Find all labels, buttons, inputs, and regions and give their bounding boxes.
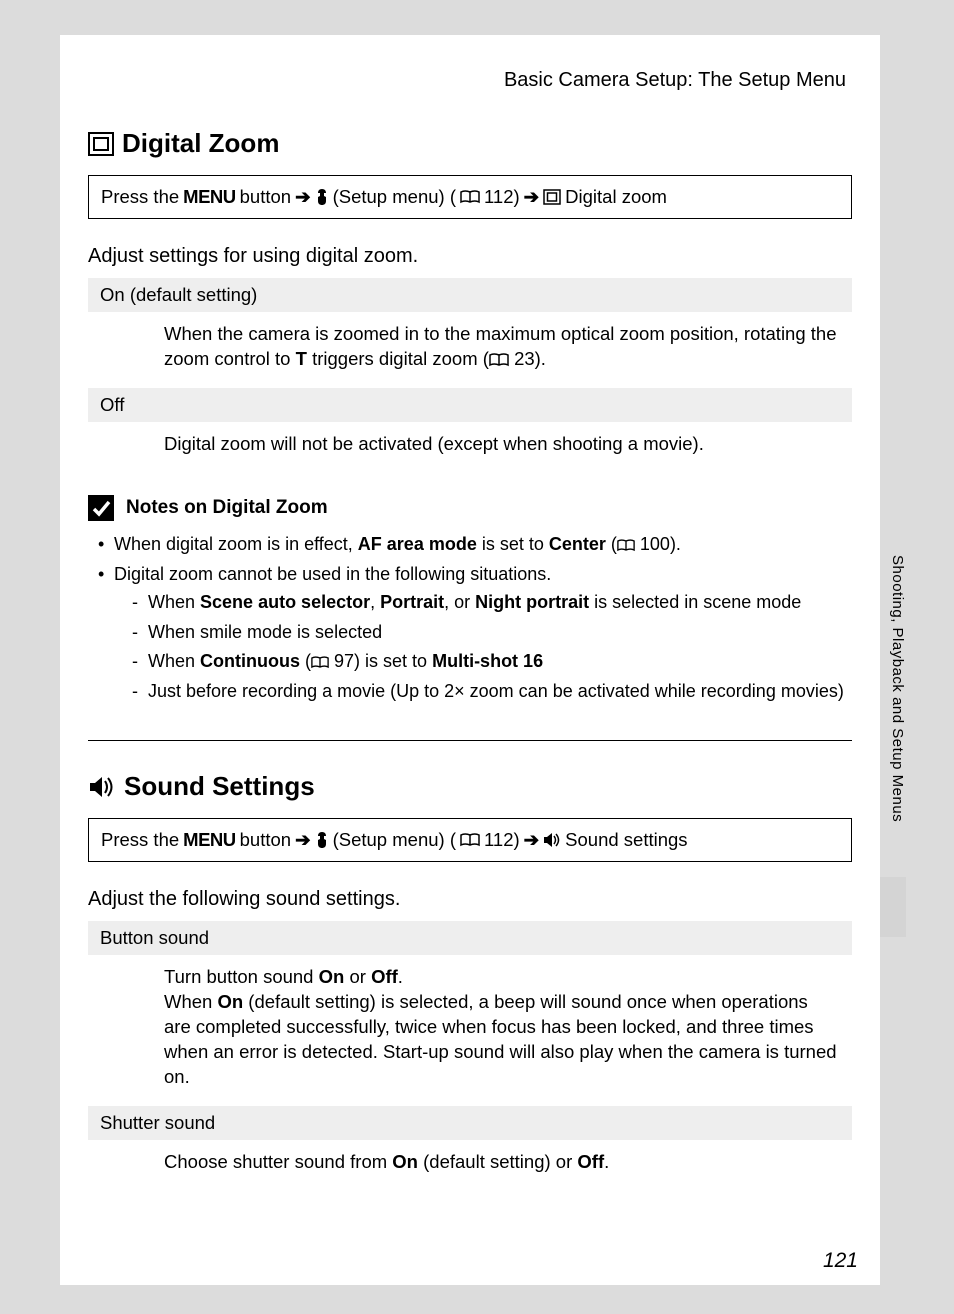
option-button-sound-description: Turn button sound On or Off. When On (de… xyxy=(88,955,852,1104)
sub-item: - When Continuous ( 97) is set to Multi-… xyxy=(132,648,852,676)
sub-list: - When Scene auto selector, Portrait, or… xyxy=(114,589,852,707)
notes-list: When digital zoom is in effect, AF area … xyxy=(88,531,852,706)
navigation-path-sound-settings: Press the MENU button ➔ (Setup menu) ( 1… xyxy=(88,818,852,862)
note-item: Digital zoom cannot be used in the follo… xyxy=(102,561,852,706)
option-on-description: When the camera is zoomed in to the maxi… xyxy=(88,312,852,386)
wrench-icon xyxy=(315,188,329,206)
arrow-icon: ➔ xyxy=(295,829,311,851)
arrow-icon: ➔ xyxy=(524,829,540,851)
page-number: 121 xyxy=(823,1249,858,1273)
book-icon xyxy=(311,656,329,669)
speaker-icon xyxy=(88,774,116,800)
book-icon xyxy=(460,833,480,847)
option-off: Off xyxy=(88,388,852,422)
note-item: When digital zoom is in effect, AF area … xyxy=(102,531,852,559)
option-shutter-sound: Shutter sound xyxy=(88,1106,852,1140)
book-icon xyxy=(489,353,509,367)
thumb-tab xyxy=(880,877,906,937)
menu-button-label: MENU xyxy=(183,829,235,851)
wrench-icon xyxy=(315,831,329,849)
intro-text: Adjust the following sound settings. xyxy=(88,888,852,911)
navigation-path-digital-zoom: Press the MENU button ➔ (Setup menu) ( 1… xyxy=(88,175,852,219)
digital-zoom-icon xyxy=(543,189,561,205)
intro-text: Adjust settings for using digital zoom. xyxy=(88,245,852,268)
option-off-description: Digital zoom will not be activated (exce… xyxy=(88,422,852,471)
menu-button-label: MENU xyxy=(183,186,235,208)
section-title-sound-settings: Sound Settings xyxy=(88,771,852,802)
chapter-header: Basic Camera Setup: The Setup Menu xyxy=(88,69,852,92)
option-button-sound: Button sound xyxy=(88,921,852,955)
speaker-icon xyxy=(543,832,561,848)
notes-header: Notes on Digital Zoom xyxy=(88,495,852,521)
manual-page: Basic Camera Setup: The Setup Menu Digit… xyxy=(60,35,880,1285)
arrow-icon: ➔ xyxy=(524,186,540,208)
option-on: On (default setting) xyxy=(88,278,852,312)
section-title-text: Digital Zoom xyxy=(122,128,279,159)
sidebar-section-label: Shooting, Playback and Setup Menus xyxy=(889,555,906,822)
sub-item: - Just before recording a movie (Up to 2… xyxy=(132,678,852,706)
book-icon xyxy=(460,190,480,204)
option-shutter-sound-description: Choose shutter sound from On (default se… xyxy=(88,1140,852,1189)
digital-zoom-icon xyxy=(88,132,114,156)
section-divider xyxy=(88,740,852,741)
check-icon xyxy=(88,495,114,521)
sub-item: - When smile mode is selected xyxy=(132,619,852,647)
arrow-icon: ➔ xyxy=(295,186,311,208)
sub-item: - When Scene auto selector, Portrait, or… xyxy=(132,589,852,617)
section-title-text: Sound Settings xyxy=(124,771,315,802)
section-title-digital-zoom: Digital Zoom xyxy=(88,128,852,159)
book-icon xyxy=(617,539,635,552)
